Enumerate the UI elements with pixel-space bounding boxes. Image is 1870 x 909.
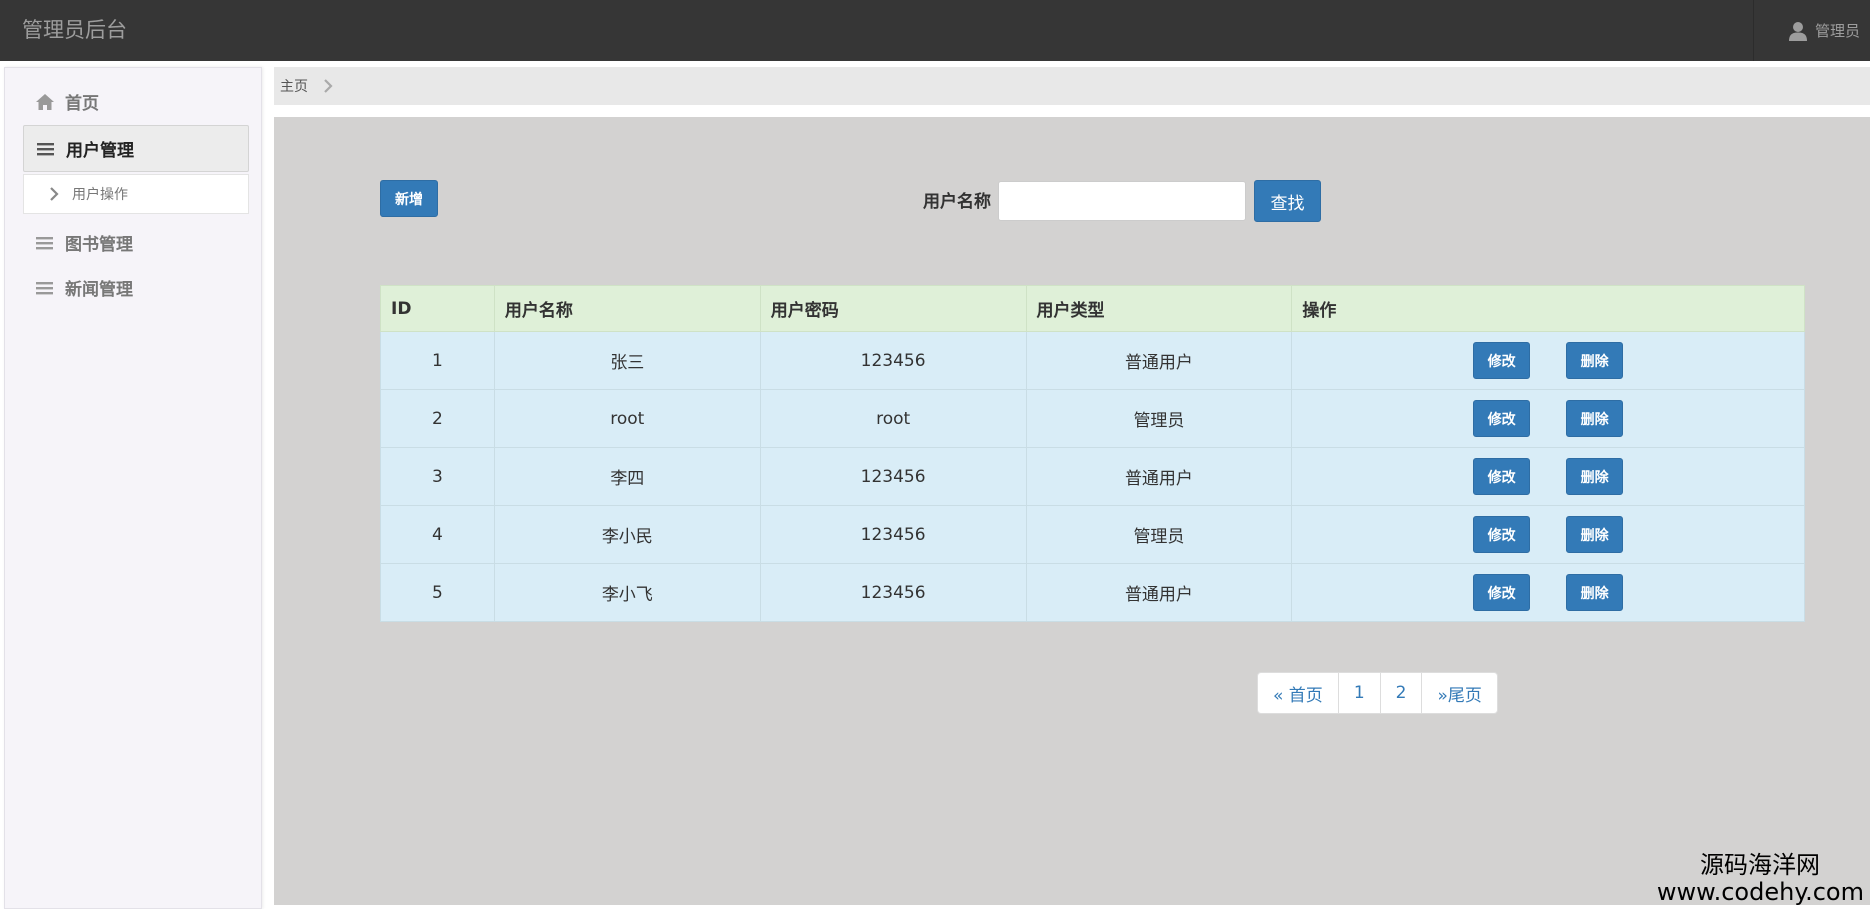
watermark-line1: 源码海洋网: [1700, 851, 1820, 879]
user-menu[interactable]: 管理员: [1753, 0, 1870, 61]
delete-button[interactable]: 删除: [1566, 458, 1624, 495]
breadcrumb-home[interactable]: 主页: [280, 76, 308, 96]
sidebar-item-book-management[interactable]: 图书管理: [23, 219, 249, 266]
sidebar-item-label: 首页: [65, 94, 99, 114]
sidebar-item-label: 图书管理: [65, 235, 133, 255]
cell-password: 123456: [759, 447, 1027, 506]
table-row: 3 李四 123456 普通用户 修改 删除: [380, 447, 1805, 506]
column-header-password: 用户密码: [759, 285, 1027, 332]
users-table: ID 用户名称 用户密码 用户类型 操作 1 张三 123456 普通用户 修改…: [380, 285, 1805, 622]
sidebar-item-label: 用户管理: [66, 141, 134, 161]
table-header-row: ID 用户名称 用户密码 用户类型 操作: [380, 285, 1805, 332]
pagination: « 首页 1 2 »尾页: [1257, 672, 1498, 714]
cell-password: 123456: [759, 563, 1027, 622]
list-icon: [37, 142, 54, 155]
cell-username: 李小民: [493, 505, 761, 564]
delete-button[interactable]: 删除: [1566, 516, 1624, 553]
edit-button[interactable]: 修改: [1473, 574, 1531, 611]
table-row: 4 李小民 123456 管理员 修改 删除: [380, 505, 1805, 564]
home-icon: [36, 93, 54, 110]
cell-username: 李四: [493, 447, 761, 506]
pagination-page-2[interactable]: 2: [1379, 673, 1422, 713]
edit-button[interactable]: 修改: [1473, 516, 1531, 553]
cell-password: root: [759, 389, 1027, 448]
pagination-last[interactable]: »尾页: [1421, 673, 1496, 713]
chevron-right-icon: [50, 187, 59, 201]
chevron-right-icon: [324, 79, 333, 93]
cell-password: 123456: [759, 331, 1027, 390]
search-input[interactable]: [998, 181, 1246, 221]
column-header-actions: 操作: [1291, 285, 1805, 332]
cell-actions: 修改 删除: [1291, 505, 1805, 564]
search-label: 用户名称: [923, 192, 991, 212]
edit-button[interactable]: 修改: [1473, 400, 1531, 437]
cell-id: 2: [380, 389, 495, 448]
cell-actions: 修改 删除: [1291, 563, 1805, 622]
sidebar-item-user-management[interactable]: 用户管理: [23, 125, 249, 172]
cell-id: 3: [380, 447, 495, 506]
delete-button[interactable]: 删除: [1566, 342, 1624, 379]
cell-username: 张三: [493, 331, 761, 390]
cell-usertype: 管理员: [1025, 389, 1293, 448]
edit-button[interactable]: 修改: [1473, 458, 1531, 495]
cell-username: 李小飞: [493, 563, 761, 622]
cell-usertype: 普通用户: [1025, 447, 1293, 506]
table-row: 2 root root 管理员 修改 删除: [380, 389, 1805, 448]
sidebar-subitem-user-operations[interactable]: 用户操作: [23, 174, 249, 214]
watermark-line2: www.codehy.com: [1656, 878, 1864, 906]
sidebar-item-label: 新闻管理: [65, 280, 133, 300]
breadcrumb: 主页: [274, 67, 1870, 105]
top-navbar: 管理员后台 管理员: [0, 0, 1870, 61]
main-content: 新增 用户名称 查找 ID 用户名称 用户密码 用户类型 操作 1 张三 123…: [274, 117, 1870, 905]
app-brand[interactable]: 管理员后台: [22, 14, 127, 44]
table-row: 5 李小飞 123456 普通用户 修改 删除: [380, 563, 1805, 622]
delete-button[interactable]: 删除: [1566, 574, 1624, 611]
sidebar-subitem-label: 用户操作: [72, 187, 128, 203]
column-header-username: 用户名称: [493, 285, 761, 332]
pagination-first[interactable]: « 首页: [1258, 673, 1338, 713]
cell-actions: 修改 删除: [1291, 331, 1805, 390]
add-button[interactable]: 新增: [380, 180, 438, 217]
cell-actions: 修改 删除: [1291, 447, 1805, 506]
list-icon: [36, 281, 53, 294]
cell-id: 4: [380, 505, 495, 564]
column-header-id: ID: [380, 285, 495, 332]
cell-usertype: 普通用户: [1025, 331, 1293, 390]
search-button[interactable]: 查找: [1254, 180, 1321, 222]
watermark: 源码海洋网 www.codehy.com: [1657, 851, 1864, 905]
sidebar: 首页 用户管理 用户操作 图书管理 新闻管理: [4, 67, 262, 909]
user-icon: [1788, 21, 1807, 41]
cell-username: root: [493, 389, 761, 448]
delete-button[interactable]: 删除: [1566, 400, 1624, 437]
cell-id: 5: [380, 563, 495, 622]
table-row: 1 张三 123456 普通用户 修改 删除: [380, 331, 1805, 390]
cell-actions: 修改 删除: [1291, 389, 1805, 448]
column-header-usertype: 用户类型: [1025, 285, 1293, 332]
pagination-page-1[interactable]: 1: [1337, 673, 1380, 713]
sidebar-item-home[interactable]: 首页: [23, 78, 249, 125]
sidebar-item-news-management[interactable]: 新闻管理: [23, 264, 249, 311]
edit-button[interactable]: 修改: [1473, 342, 1531, 379]
cell-id: 1: [380, 331, 495, 390]
cell-password: 123456: [759, 505, 1027, 564]
list-icon: [36, 236, 53, 249]
cell-usertype: 管理员: [1025, 505, 1293, 564]
user-label: 管理员: [1814, 22, 1860, 40]
cell-usertype: 普通用户: [1025, 563, 1293, 622]
